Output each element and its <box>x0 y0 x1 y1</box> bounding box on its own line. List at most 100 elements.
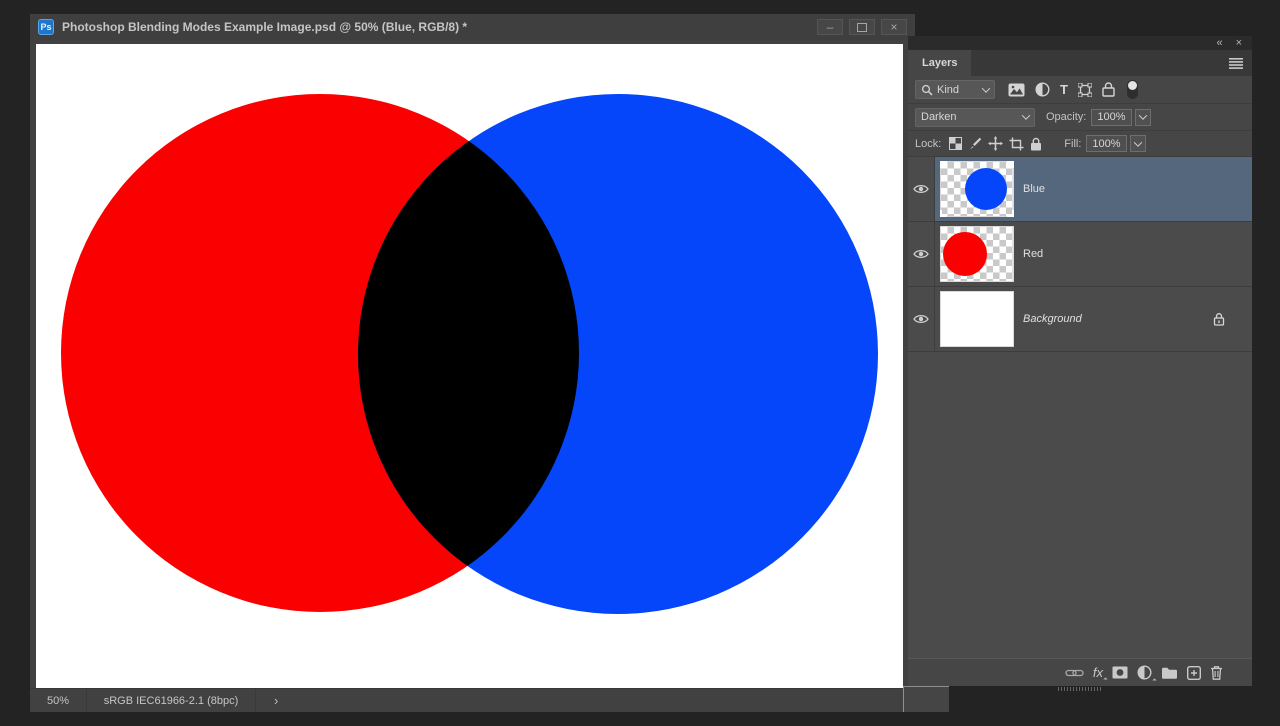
chevron-down-icon <box>1133 138 1141 146</box>
layers-panel: « × Layers Kind <box>908 36 1252 686</box>
zoom-level-field[interactable]: 50% <box>30 695 86 707</box>
background-lock-icon <box>1213 312 1225 326</box>
pixel-layer-filter-icon[interactable] <box>1008 83 1025 97</box>
lock-buttons <box>949 136 1042 151</box>
delete-layer-button[interactable] <box>1210 665 1223 680</box>
smart-object-filter-icon[interactable] <box>1102 82 1115 97</box>
lock-label: Lock: <box>915 138 941 150</box>
panel-menu-button[interactable] <box>1229 58 1243 69</box>
adjustment-layer-filter-icon[interactable] <box>1035 82 1050 97</box>
filter-type-buttons: T <box>1008 80 1138 99</box>
layer-thumbnail-blue[interactable] <box>940 161 1014 217</box>
visibility-toggle[interactable] <box>908 157 935 221</box>
photoshop-app: Ps Photoshop Blending Modes Example Imag… <box>0 0 1280 726</box>
tab-layers[interactable]: Layers <box>908 50 971 76</box>
lock-position-move-icon[interactable] <box>988 136 1003 151</box>
visibility-toggle[interactable] <box>908 287 935 351</box>
kind-filter-label: Kind <box>937 84 959 96</box>
hamburger-menu-icon <box>1229 58 1243 69</box>
layer-mask-icon <box>1112 666 1128 679</box>
lock-transparency-icon[interactable] <box>949 137 962 150</box>
folder-icon <box>1161 666 1178 679</box>
blend-mode-dropdown[interactable]: Darken <box>915 108 1035 127</box>
collapse-panel-icon[interactable]: « <box>1216 38 1222 48</box>
trash-icon <box>1210 665 1223 680</box>
link-layers-button[interactable] <box>1065 668 1084 678</box>
status-options-button[interactable]: › <box>274 693 278 708</box>
window-controls: – × <box>817 19 907 35</box>
new-layer-plus-icon <box>1187 666 1201 680</box>
close-icon: × <box>890 21 897 33</box>
minimize-icon: – <box>827 21 834 33</box>
fx-icon: fx <box>1093 666 1103 679</box>
blend-mode-value: Darken <box>921 111 956 123</box>
add-layer-mask-button[interactable] <box>1112 666 1128 679</box>
new-adjustment-layer-button[interactable] <box>1137 665 1152 680</box>
visibility-eye-icon <box>913 183 929 195</box>
link-icon <box>1065 668 1084 678</box>
opacity-label: Opacity: <box>1046 111 1086 123</box>
chevron-down-icon <box>982 84 990 92</box>
toggle-knob-icon <box>1128 81 1137 90</box>
minimize-button[interactable]: – <box>817 19 843 35</box>
layer-name[interactable]: Background <box>1023 313 1082 325</box>
type-layer-filter-icon[interactable]: T <box>1060 83 1068 96</box>
document-title-bar[interactable]: Ps Photoshop Blending Modes Example Imag… <box>30 14 915 40</box>
color-profile-status[interactable]: sRGB IEC61966-2.1 (8bpc) <box>86 689 256 712</box>
window-corner-fragment <box>903 686 949 712</box>
maximize-button[interactable] <box>849 19 875 35</box>
selection-bracket <box>1007 210 1014 217</box>
document-window: Ps Photoshop Blending Modes Example Imag… <box>30 14 915 712</box>
document-canvas[interactable] <box>36 44 903 688</box>
maximize-icon <box>857 23 867 32</box>
layer-row-blue[interactable]: Blue <box>908 157 1252 222</box>
layers-panel-footer: fx <box>908 658 1252 686</box>
window-title: Photoshop Blending Modes Example Image.p… <box>62 20 467 34</box>
layers-list: Blue Red <box>908 157 1252 658</box>
shape-layer-filter-icon[interactable] <box>1078 83 1092 97</box>
new-layer-button[interactable] <box>1187 666 1201 680</box>
fill-dropdown-button[interactable] <box>1130 135 1146 152</box>
visibility-eye-icon <box>913 248 929 260</box>
layer-name[interactable]: Red <box>1023 248 1043 260</box>
close-button[interactable]: × <box>881 19 907 35</box>
layer-style-button[interactable]: fx <box>1093 666 1103 679</box>
panel-tab-bar: Layers <box>908 50 1252 76</box>
canvas-artwork <box>36 44 903 688</box>
blend-mode-row: Darken Opacity: 100% <box>908 104 1252 131</box>
layer-filter-row: Kind T <box>908 76 1252 104</box>
selection-bracket <box>940 161 947 168</box>
opacity-field[interactable]: 100% <box>1091 109 1131 126</box>
selection-bracket <box>1007 161 1014 168</box>
fill-field[interactable]: 100% <box>1086 135 1126 152</box>
fill-label: Fill: <box>1064 138 1081 150</box>
caret-icon <box>1152 678 1156 682</box>
layer-name[interactable]: Blue <box>1023 183 1045 195</box>
lock-pixels-brush-icon[interactable] <box>968 137 982 151</box>
close-panel-icon[interactable]: × <box>1236 38 1242 48</box>
layer-thumbnail-background[interactable] <box>940 291 1014 347</box>
photoshop-app-icon: Ps <box>38 19 54 35</box>
adjustment-circle-icon <box>1137 665 1152 680</box>
document-status-bar: 50% sRGB IEC61966-2.1 (8bpc) › <box>30 688 915 712</box>
red-circle-thumb <box>943 232 987 276</box>
visibility-eye-icon <box>913 313 929 325</box>
panel-resize-grip[interactable] <box>1058 687 1102 691</box>
layer-row-background[interactable]: Background <box>908 287 1252 352</box>
lock-all-icon[interactable] <box>1030 137 1042 151</box>
caret-icon <box>1103 677 1107 681</box>
layer-thumbnail-red[interactable] <box>940 226 1014 282</box>
chevron-down-icon <box>1022 111 1030 119</box>
blue-circle-thumb <box>965 168 1007 210</box>
lock-artboard-icon[interactable] <box>1009 137 1024 151</box>
kind-filter-dropdown[interactable]: Kind <box>915 80 995 99</box>
new-group-button[interactable] <box>1161 666 1178 679</box>
opacity-dropdown-button[interactable] <box>1135 109 1151 126</box>
visibility-toggle[interactable] <box>908 222 935 286</box>
selection-bracket <box>940 210 947 217</box>
search-icon <box>921 84 933 96</box>
panel-dock-header: « × <box>908 36 1252 50</box>
filtering-toggle[interactable] <box>1127 80 1138 99</box>
layer-row-red[interactable]: Red <box>908 222 1252 287</box>
chevron-down-icon <box>1138 111 1146 119</box>
